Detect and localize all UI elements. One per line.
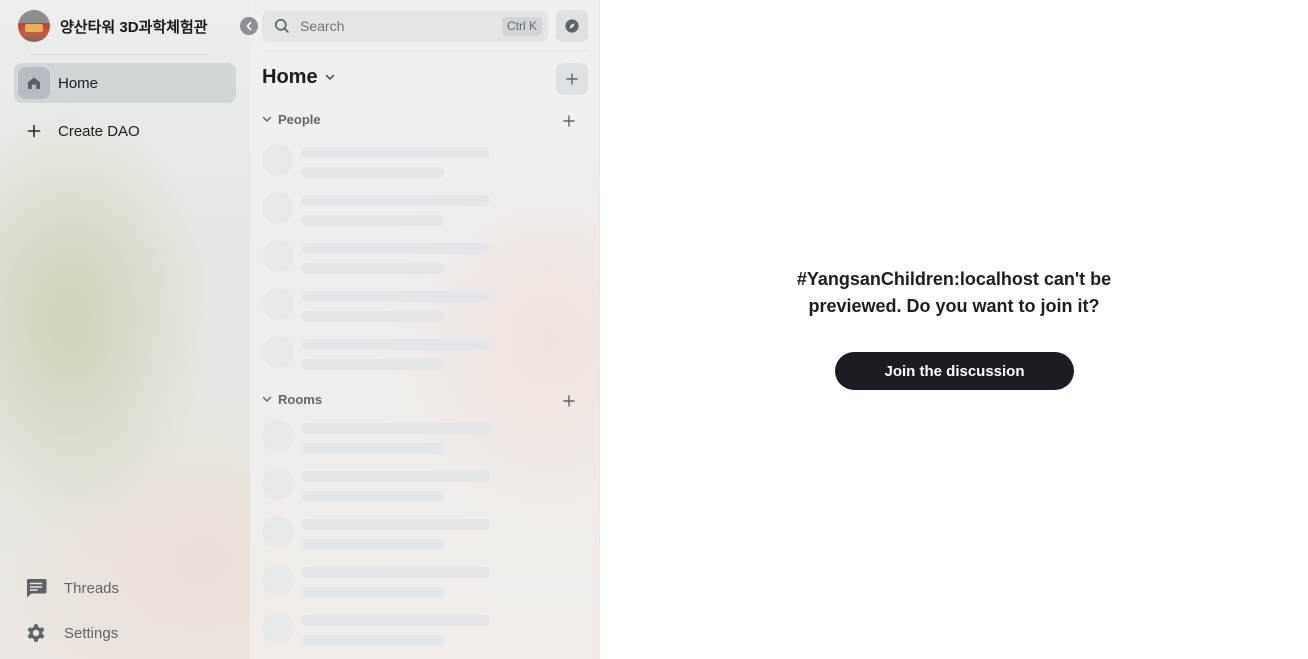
header-divider bbox=[30, 54, 208, 55]
skeleton-row bbox=[262, 192, 502, 226]
space-avatar[interactable] bbox=[18, 10, 50, 42]
nav-home-label: Home bbox=[58, 74, 99, 92]
search-icon bbox=[274, 18, 290, 34]
search-placeholder: Search bbox=[300, 18, 345, 34]
skeleton-row bbox=[262, 420, 502, 454]
preview-message: #YangsanChildren:localhost can't be prev… bbox=[796, 269, 1112, 316]
join-discussion-button[interactable]: Join the discussion bbox=[835, 352, 1074, 390]
collapse-sidebar-button[interactable] bbox=[240, 17, 258, 35]
nav-item-home[interactable]: Home bbox=[14, 63, 236, 103]
space-header[interactable]: 양산타워 3D과학체험관 bbox=[18, 10, 208, 42]
section-people-header[interactable]: People bbox=[262, 112, 321, 127]
app-window: 양산타워 3D과학체험관 Home Create DAO Threads Set… bbox=[0, 0, 1308, 659]
plus-icon bbox=[563, 115, 575, 127]
chevron-down-icon bbox=[262, 116, 272, 122]
chevron-left-icon bbox=[246, 21, 252, 31]
nav-item-threads[interactable]: Threads bbox=[24, 577, 119, 599]
skeleton-row bbox=[262, 612, 502, 646]
section-people-label: People bbox=[278, 112, 321, 127]
room-list-panel: Search Ctrl K Home People Rooms bbox=[250, 0, 600, 659]
plus-icon bbox=[566, 73, 578, 85]
settings-label: Settings bbox=[64, 624, 119, 642]
nav-create-dao-label: Create DAO bbox=[58, 122, 140, 140]
chevron-down-icon bbox=[325, 74, 335, 81]
threads-icon bbox=[24, 577, 48, 599]
room-list-title-text: Home bbox=[262, 66, 318, 88]
gear-icon bbox=[24, 621, 48, 645]
section-rooms-label: Rooms bbox=[278, 392, 323, 407]
plus-icon bbox=[563, 395, 575, 407]
skeleton-row bbox=[262, 144, 502, 178]
add-rooms-button[interactable] bbox=[561, 393, 577, 409]
skeleton-row bbox=[262, 468, 502, 502]
skeleton-row bbox=[262, 516, 502, 550]
panel-divider bbox=[262, 50, 588, 51]
skeleton-row bbox=[262, 288, 502, 322]
skeleton-row bbox=[262, 240, 502, 274]
room-preview-main: #YangsanChildren:localhost can't be prev… bbox=[600, 0, 1308, 659]
section-rooms-header[interactable]: Rooms bbox=[262, 392, 322, 407]
home-icon bbox=[18, 67, 50, 99]
skeleton-row bbox=[262, 336, 502, 370]
add-people-button[interactable] bbox=[561, 113, 577, 129]
search-shortcut-badge: Ctrl K bbox=[502, 17, 542, 36]
skeleton-row bbox=[262, 564, 502, 598]
plus-icon bbox=[18, 115, 50, 147]
add-room-button[interactable] bbox=[556, 63, 588, 95]
space-sidebar: 양산타워 3D과학체험관 Home Create DAO Threads Set… bbox=[0, 0, 250, 659]
space-name[interactable]: 양산타워 3D과학체험관 bbox=[60, 16, 208, 37]
nav-item-create-dao[interactable]: Create DAO bbox=[14, 111, 236, 151]
threads-label: Threads bbox=[64, 579, 120, 597]
nav-item-settings[interactable]: Settings bbox=[24, 621, 118, 645]
room-list-title[interactable]: Home bbox=[262, 66, 335, 89]
search-input[interactable]: Search Ctrl K bbox=[262, 10, 548, 42]
explore-rooms-button[interactable] bbox=[556, 10, 588, 42]
chevron-down-icon bbox=[262, 396, 272, 402]
compass-icon bbox=[565, 19, 579, 33]
